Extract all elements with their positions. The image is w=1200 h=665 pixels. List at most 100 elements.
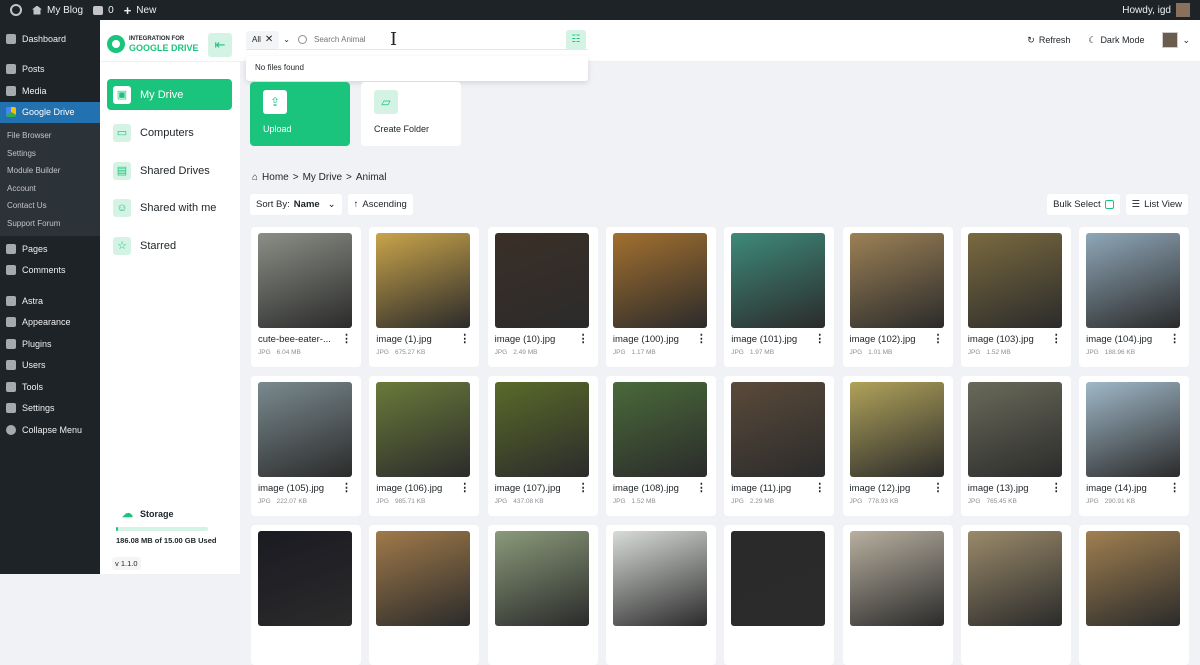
file-card[interactable]: [960, 525, 1071, 665]
file-card[interactable]: [605, 525, 716, 665]
file-thumbnail[interactable]: [258, 531, 352, 626]
submenu-file-browser[interactable]: File Browser: [0, 127, 100, 145]
submenu-contact-us[interactable]: Contact Us: [0, 197, 100, 215]
file-thumbnail[interactable]: [258, 382, 352, 477]
menu-settings[interactable]: Settings: [0, 398, 100, 420]
nav-shared-drives[interactable]: ▤ Shared Drives: [107, 155, 232, 186]
menu-google-drive[interactable]: Google Drive: [0, 101, 100, 123]
bulk-select-button[interactable]: Bulk Select: [1047, 194, 1120, 215]
file-card[interactable]: image (13).jpg JPG 765.45 KB ⋮: [960, 376, 1071, 516]
more-options-icon[interactable]: ⋮: [459, 483, 470, 494]
breadcrumb-home[interactable]: Home: [262, 172, 289, 183]
new-content-link[interactable]: + New: [124, 0, 157, 20]
sort-by-dropdown[interactable]: Sort By: Name ⌄: [250, 194, 342, 215]
menu-pages[interactable]: Pages: [0, 238, 100, 260]
nav-my-drive[interactable]: ▣ My Drive: [107, 79, 232, 110]
file-card[interactable]: image (11).jpg JPG 2.29 MB ⋮: [724, 376, 835, 516]
site-name-link[interactable]: My Blog: [32, 0, 83, 20]
refresh-button[interactable]: ↻ Refresh: [1027, 35, 1070, 46]
more-options-icon[interactable]: ⋮: [696, 334, 707, 345]
menu-posts[interactable]: Posts: [0, 59, 100, 81]
file-thumbnail[interactable]: [731, 233, 826, 328]
file-thumbnail[interactable]: [612, 233, 707, 328]
file-card[interactable]: image (103).jpg JPG 1.52 MB ⋮: [960, 227, 1071, 367]
more-options-icon[interactable]: ⋮: [933, 334, 944, 345]
more-options-icon[interactable]: ⋮: [696, 483, 707, 494]
menu-plugins[interactable]: Plugins: [0, 333, 100, 355]
more-options-icon[interactable]: ⋮: [814, 334, 825, 345]
more-options-icon[interactable]: ⋮: [814, 483, 825, 494]
submenu-support-forum[interactable]: Support Forum: [0, 215, 100, 233]
collapse-sidebar-button[interactable]: ⇤: [208, 33, 232, 57]
comments-link[interactable]: 0: [93, 0, 114, 20]
file-thumbnail[interactable]: [494, 531, 589, 626]
menu-media[interactable]: Media: [0, 80, 100, 102]
menu-appearance[interactable]: Appearance: [0, 312, 100, 334]
list-view-button[interactable]: ☰ List View: [1125, 194, 1188, 215]
file-card[interactable]: image (106).jpg JPG 985.71 KB ⋮: [369, 376, 480, 516]
file-card[interactable]: cute-bee-eater-... JPG 6.04 MB ⋮: [251, 227, 361, 367]
more-options-icon[interactable]: ⋮: [341, 483, 352, 494]
more-options-icon[interactable]: ⋮: [578, 334, 589, 345]
file-thumbnail[interactable]: [849, 233, 944, 328]
file-card[interactable]: [251, 525, 361, 665]
file-thumbnail[interactable]: [1086, 382, 1181, 477]
nav-computers[interactable]: ▭ Computers: [107, 117, 232, 148]
file-thumbnail[interactable]: [612, 531, 707, 626]
file-card[interactable]: [369, 525, 480, 665]
nav-shared-with-me[interactable]: ☺ Shared with me: [107, 192, 232, 223]
user-menu[interactable]: ⌄: [1162, 32, 1190, 48]
file-thumbnail[interactable]: [731, 382, 826, 477]
file-thumbnail[interactable]: [1086, 233, 1181, 328]
clear-filter-icon[interactable]: ✕: [265, 34, 273, 45]
file-card[interactable]: image (100).jpg JPG 1.17 MB ⋮: [605, 227, 716, 367]
file-thumbnail[interactable]: [376, 233, 471, 328]
menu-astra[interactable]: Astra: [0, 290, 100, 312]
file-thumbnail[interactable]: [494, 382, 589, 477]
sort-order-button[interactable]: ↑ Ascending: [347, 194, 413, 215]
file-card[interactable]: image (107).jpg JPG 437.08 KB ⋮: [487, 376, 598, 516]
breadcrumb-my-drive[interactable]: My Drive: [303, 172, 342, 183]
breadcrumb-animal[interactable]: Animal: [356, 172, 387, 183]
file-thumbnail[interactable]: [849, 382, 944, 477]
account-menu[interactable]: Howdy, igd: [1122, 3, 1190, 17]
file-thumbnail[interactable]: [967, 531, 1062, 626]
search-options-button[interactable]: ☷: [566, 30, 586, 50]
menu-tools[interactable]: Tools: [0, 376, 100, 398]
file-card[interactable]: image (10).jpg JPG 2.49 MB ⋮: [487, 227, 598, 367]
file-card[interactable]: [487, 525, 598, 665]
file-card[interactable]: image (12).jpg JPG 778.93 KB ⋮: [842, 376, 953, 516]
file-card[interactable]: [724, 525, 835, 665]
submenu-account[interactable]: Account: [0, 180, 100, 198]
upload-button[interactable]: ⇪ Upload: [250, 82, 350, 146]
file-card[interactable]: image (105).jpg JPG 222.07 KB ⋮: [251, 376, 361, 516]
more-options-icon[interactable]: ⋮: [1051, 334, 1062, 345]
menu-collapse[interactable]: Collapse Menu: [0, 419, 100, 441]
file-card[interactable]: image (104).jpg JPG 188.96 KB ⋮: [1079, 227, 1190, 367]
file-card[interactable]: image (101).jpg JPG 1.97 MB ⋮: [724, 227, 835, 367]
more-options-icon[interactable]: ⋮: [578, 483, 589, 494]
file-thumbnail[interactable]: [967, 382, 1062, 477]
menu-dashboard[interactable]: Dashboard: [0, 28, 100, 50]
file-card[interactable]: [842, 525, 953, 665]
file-card[interactable]: [1079, 525, 1190, 665]
file-card[interactable]: image (108).jpg JPG 1.52 MB ⋮: [605, 376, 716, 516]
dark-mode-button[interactable]: ☾ Dark Mode: [1088, 35, 1144, 46]
more-options-icon[interactable]: ⋮: [1169, 334, 1180, 345]
file-card[interactable]: image (102).jpg JPG 1.01 MB ⋮: [842, 227, 953, 367]
file-thumbnail[interactable]: [494, 233, 589, 328]
search-filter[interactable]: All ✕: [246, 30, 280, 49]
file-thumbnail[interactable]: [612, 382, 707, 477]
submenu-module-builder[interactable]: Module Builder: [0, 162, 100, 180]
file-thumbnail[interactable]: [258, 233, 352, 328]
file-card[interactable]: image (14).jpg JPG 290.91 KB ⋮: [1079, 376, 1190, 516]
file-thumbnail[interactable]: [849, 531, 944, 626]
nav-starred[interactable]: ☆ Starred: [107, 230, 232, 261]
chevron-down-icon[interactable]: ⌄: [283, 35, 290, 44]
create-folder-button[interactable]: ▱ Create Folder: [361, 82, 461, 146]
more-options-icon[interactable]: ⋮: [1169, 483, 1180, 494]
file-card[interactable]: image (1).jpg JPG 675.27 KB ⋮: [369, 227, 480, 367]
more-options-icon[interactable]: ⋮: [341, 334, 352, 345]
file-thumbnail[interactable]: [967, 233, 1062, 328]
search-input[interactable]: [313, 35, 554, 44]
